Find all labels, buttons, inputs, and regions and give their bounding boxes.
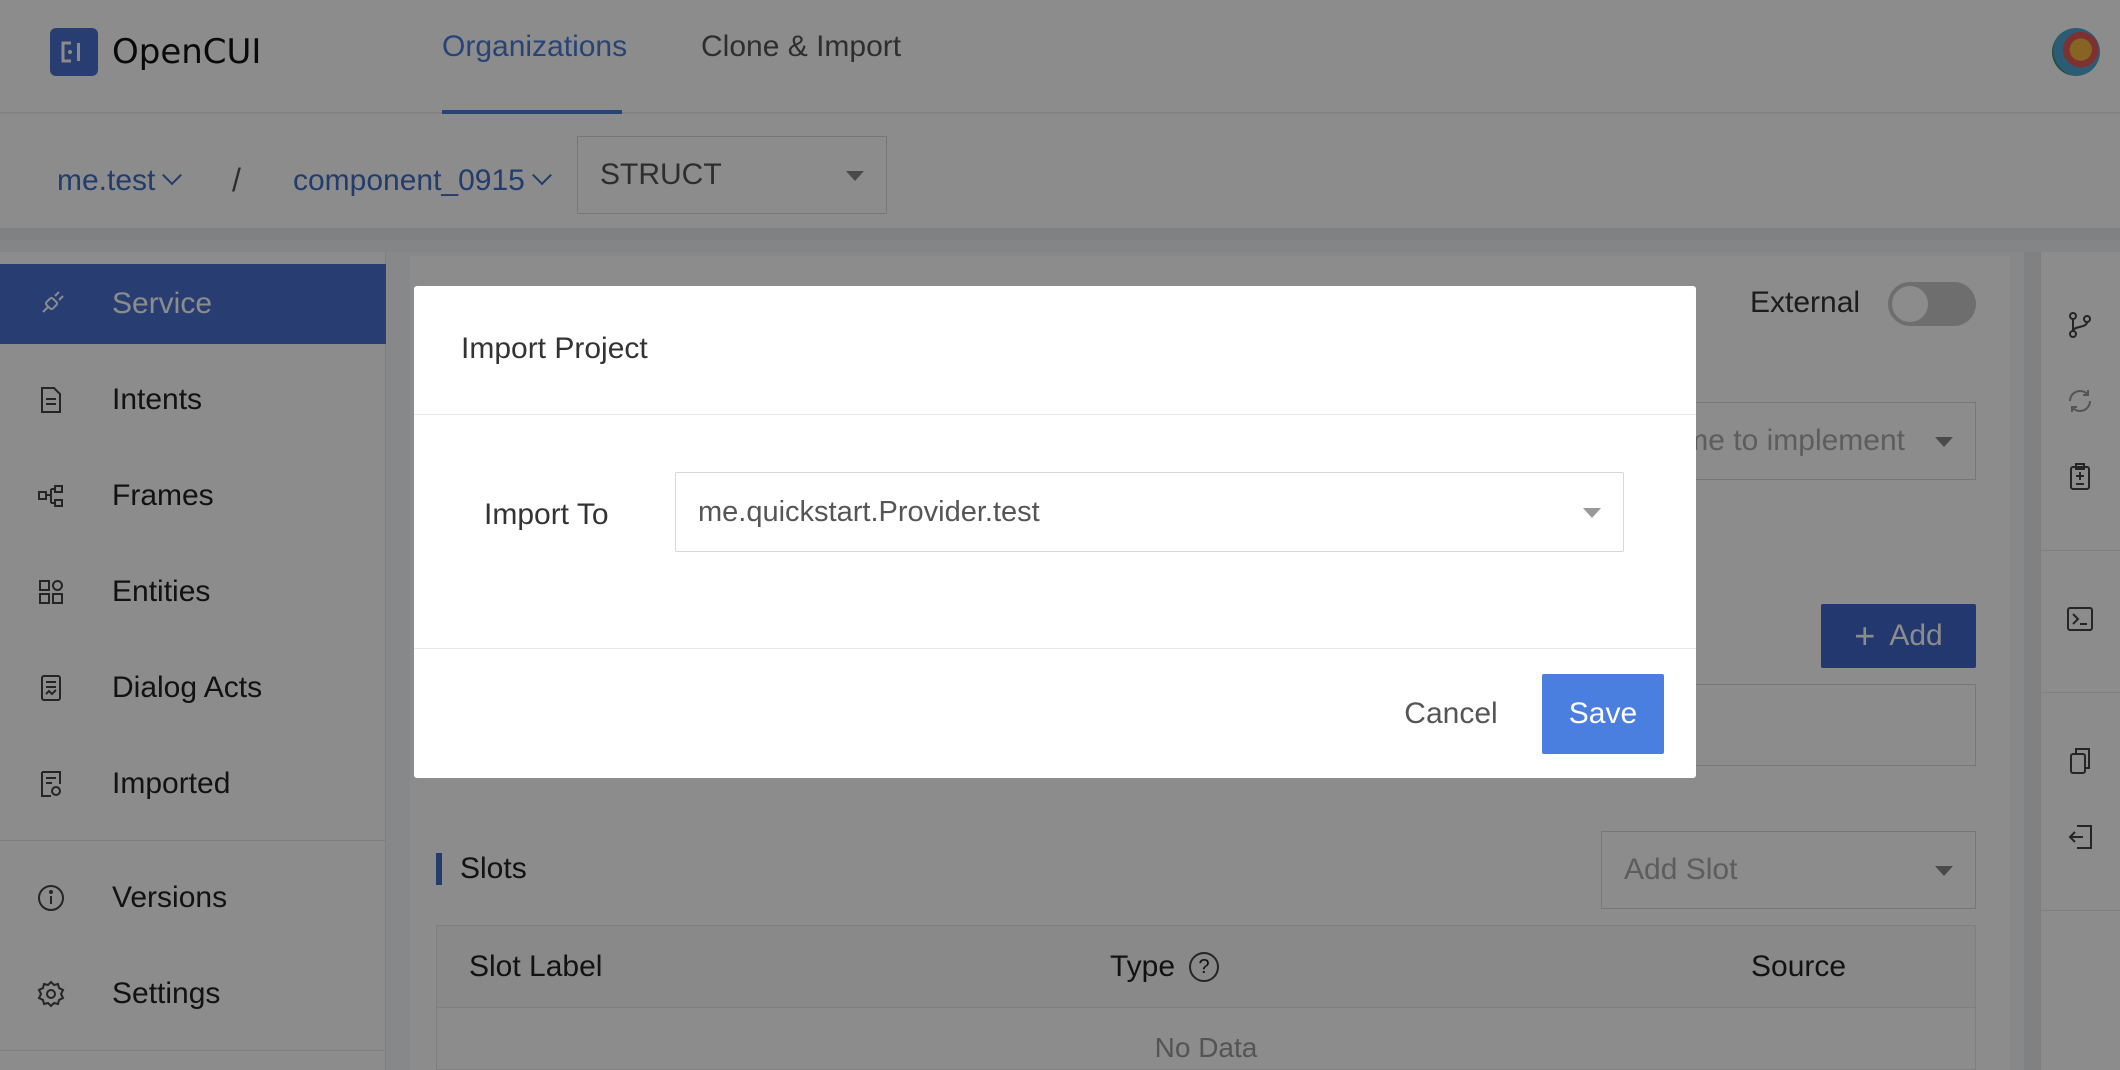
import-project-dialog: Import Project Import To me.quickstart.P… [414,286,1696,778]
dialog-footer-divider [414,648,1696,649]
dialog-title: Import Project [461,332,648,365]
import-to-value: me.quickstart.Provider.test [698,495,1040,528]
import-to-label: Import To [484,498,609,531]
cancel-button[interactable]: Cancel [1376,674,1526,754]
save-button[interactable]: Save [1542,674,1664,754]
dialog-header-divider [414,414,1696,415]
import-to-select[interactable]: me.quickstart.Provider.test [675,472,1624,552]
caret-down-icon [1583,508,1601,518]
